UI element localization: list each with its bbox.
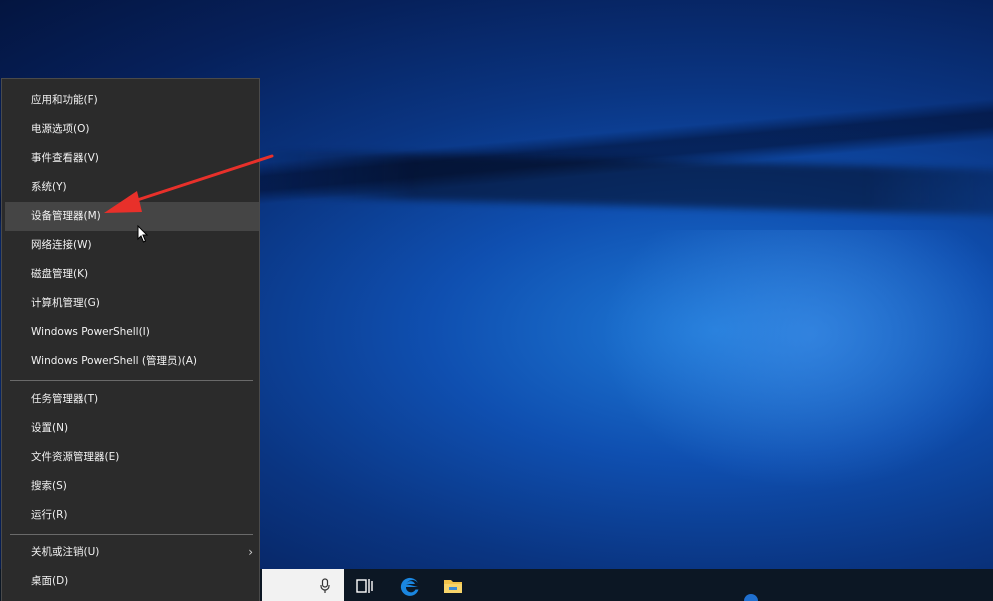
winx-context-menu: 应用和功能(F) 电源选项(O) 事件查看器(V) 系统(Y) 设备管理器(M)… (1, 78, 260, 601)
menu-item-network-connections[interactable]: 网络连接(W) (5, 231, 259, 260)
menu-item-system[interactable]: 系统(Y) (5, 173, 259, 202)
tray-icon[interactable] (744, 594, 758, 601)
chevron-right-icon: › (248, 545, 253, 559)
menu-item-search[interactable]: 搜索(S) (5, 472, 259, 501)
mouse-cursor-icon (137, 225, 149, 243)
task-view-icon[interactable] (353, 574, 377, 598)
menu-item-file-explorer[interactable]: 文件资源管理器(E) (5, 443, 259, 472)
wallpaper-light-beam (258, 150, 993, 216)
microphone-icon[interactable] (319, 578, 331, 594)
menu-item-device-manager[interactable]: 设备管理器(M) (5, 202, 259, 231)
menu-item-apps-features[interactable]: 应用和功能(F) (5, 86, 259, 115)
menu-item-event-viewer[interactable]: 事件查看器(V) (5, 144, 259, 173)
menu-item-computer-management[interactable]: 计算机管理(G) (5, 289, 259, 318)
file-explorer-icon[interactable] (441, 574, 465, 598)
menu-item-shutdown-signout[interactable]: 关机或注销(U) › (5, 538, 259, 567)
menu-item-power-options[interactable]: 电源选项(O) (5, 115, 259, 144)
menu-item-disk-management[interactable]: 磁盘管理(K) (5, 260, 259, 289)
menu-separator (10, 534, 253, 535)
menu-item-powershell[interactable]: Windows PowerShell(I) (5, 318, 259, 347)
menu-item-settings[interactable]: 设置(N) (5, 414, 259, 443)
menu-separator (10, 380, 253, 381)
menu-item-label: 关机或注销(U) (31, 546, 100, 558)
edge-icon[interactable] (398, 574, 422, 598)
menu-item-task-manager[interactable]: 任务管理器(T) (5, 385, 259, 414)
menu-item-run[interactable]: 运行(R) (5, 501, 259, 530)
menu-item-desktop[interactable]: 桌面(D) (5, 567, 259, 596)
wallpaper-glow (600, 230, 993, 490)
taskbar-search-box[interactable] (262, 569, 344, 601)
menu-item-powershell-admin[interactable]: Windows PowerShell (管理员)(A) (5, 347, 259, 376)
